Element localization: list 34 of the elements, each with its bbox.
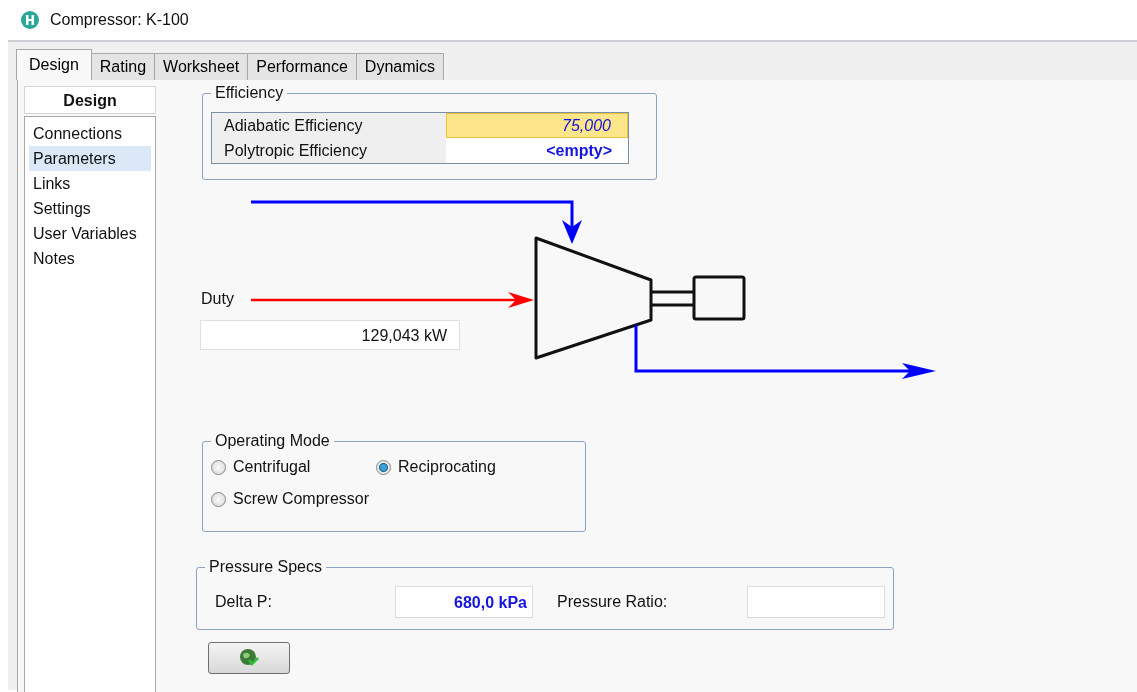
sidebar-item[interactable]: Links [29,171,151,196]
globe-button[interactable] [208,642,290,674]
tab[interactable]: Rating [90,53,156,80]
field-label: Delta P: [214,593,273,611]
value-cell[interactable]: 75,000 [446,113,628,138]
tab[interactable]: Performance [247,53,357,80]
duty-field[interactable]: 129,043 kW [200,320,460,350]
app-logo-icon [20,10,40,30]
radio-label[interactable]: Screw Compressor [233,490,370,508]
group-title: Operating Mode [214,432,331,450]
window-title: Compressor: K-100 [50,11,189,29]
tab[interactable]: Worksheet [154,53,249,80]
sidebar-item[interactable]: Connections [29,121,151,146]
group-title: Efficiency [214,84,285,102]
sidebar-header: Design [24,86,156,114]
input-field[interactable] [747,586,885,618]
radio-button[interactable] [376,459,391,475]
group-title: Pressure Specs [208,558,323,576]
tab[interactable]: Dynamics [355,53,445,80]
sidebar-item[interactable]: Parameters [29,146,151,171]
radio-label[interactable]: Centrifugal [233,458,311,476]
field-label: Pressure Ratio: [556,593,669,611]
sidebar-item[interactable]: Settings [29,196,151,221]
sidebar-item[interactable]: User Variables [29,221,151,246]
value-cell[interactable]: <empty> [446,138,628,163]
duty-label: Duty [201,290,234,308]
tab[interactable]: Design [16,49,92,80]
sidebar-item[interactable]: Notes [29,246,151,271]
radio-label[interactable]: Reciprocating [398,458,496,476]
radio-button[interactable] [211,491,226,507]
table-cell: Polytropic Efficiency [212,138,446,163]
input-field[interactable]: 680,0 kPa [395,586,533,618]
radio-button[interactable] [211,459,226,475]
table-cell: Adiabatic Efficiency [212,113,446,138]
